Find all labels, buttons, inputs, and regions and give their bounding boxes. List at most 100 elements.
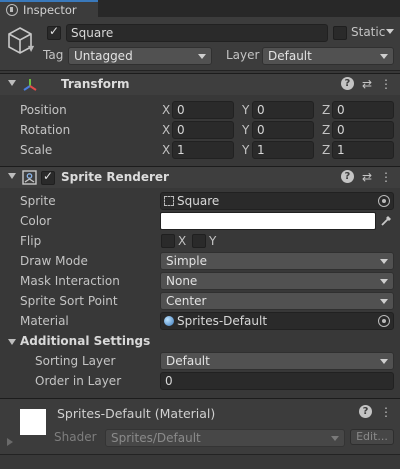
position-x-field[interactable]: 0 — [172, 101, 234, 119]
position-label: Position — [20, 103, 67, 117]
position-z-axis-label[interactable]: Z — [322, 103, 330, 117]
order-in-layer-value: 0 — [165, 374, 173, 388]
position-z-value: 0 — [337, 103, 345, 117]
order-in-layer-label: Order in Layer — [35, 374, 122, 388]
layer-dropdown[interactable]: Default — [262, 47, 394, 65]
rotation-x-axis-label[interactable]: X — [162, 123, 170, 137]
sprite-object-field[interactable]: Square — [160, 192, 394, 210]
scale-x-field[interactable]: 1 — [172, 141, 234, 159]
layer-label: Layer — [226, 48, 260, 62]
icon-dropdown-arrow-icon[interactable]: ▼ — [28, 44, 34, 53]
material-title: Sprites-Default (Material) — [57, 406, 216, 421]
sprite-renderer-title: Sprite Renderer — [61, 170, 169, 184]
transform-title: Transform — [61, 77, 130, 91]
transform-presets-icon[interactable]: ⇄ — [362, 77, 372, 91]
sprite-sort-point-label: Sprite Sort Point — [20, 294, 118, 308]
gameobject-name-value: Square — [71, 26, 114, 40]
scale-x-value: 1 — [177, 143, 185, 157]
layer-caret-icon — [380, 54, 388, 59]
sprite-renderer-header[interactable]: Sprite Renderer ? ⇄ ⋮ — [0, 166, 400, 188]
draw-mode-label: Draw Mode — [20, 254, 88, 268]
sprite-renderer-help-icon[interactable]: ? — [340, 170, 354, 183]
scale-z-axis-label[interactable]: Z — [322, 143, 330, 157]
static-dropdown-icon[interactable] — [386, 29, 394, 34]
tab-inspector[interactable]: Inspector — [0, 0, 98, 17]
transform-header[interactable]: Transform ? ⇄ ⋮ — [0, 73, 400, 95]
transform-menu-icon[interactable]: ⋮ — [380, 77, 392, 91]
scale-y-field[interactable]: 1 — [252, 141, 314, 159]
sorting-layer-caret-icon — [380, 359, 388, 364]
material-help-icon[interactable]: ? — [359, 405, 372, 418]
rotation-z-field[interactable]: 0 — [332, 121, 394, 139]
color-field[interactable] — [160, 212, 376, 230]
sprite-picker-icon[interactable] — [378, 195, 390, 207]
scale-z-value: 1 — [337, 143, 345, 157]
material-picker-icon[interactable] — [378, 315, 390, 327]
additional-settings-label[interactable]: Additional Settings — [20, 334, 150, 348]
static-label: Static — [351, 25, 386, 39]
rotation-z-axis-label[interactable]: Z — [322, 123, 330, 137]
material-foldout-icon[interactable] — [7, 438, 13, 446]
flip-label: Flip — [20, 234, 42, 248]
scale-z-field[interactable]: 1 — [332, 141, 394, 159]
static-checkbox[interactable] — [333, 26, 347, 40]
scale-x-axis-label[interactable]: X — [162, 143, 170, 157]
draw-mode-dropdown[interactable]: Simple — [160, 252, 394, 270]
shader-dropdown[interactable]: Sprites/Default — [105, 429, 345, 447]
order-in-layer-field[interactable]: 0 — [160, 372, 394, 390]
rotation-x-value: 0 — [177, 123, 185, 137]
material-object-field[interactable]: Sprites-Default — [160, 312, 394, 330]
rotation-y-value: 0 — [257, 123, 265, 137]
color-label: Color — [20, 214, 52, 228]
draw-mode-caret-icon — [380, 259, 388, 264]
position-y-axis-label[interactable]: Y — [242, 103, 249, 117]
sprite-renderer-presets-icon[interactable]: ⇄ — [362, 170, 372, 184]
mask-interaction-dropdown[interactable]: None — [160, 272, 394, 290]
flip-y-label: Y — [209, 234, 217, 248]
sprite-renderer-foldout-icon[interactable] — [8, 173, 16, 179]
sprite-renderer-menu-icon[interactable]: ⋮ — [380, 170, 392, 184]
sprite-sort-point-dropdown[interactable]: Center — [160, 292, 394, 310]
eyedropper-icon[interactable] — [380, 214, 393, 227]
flip-y-checkbox[interactable] — [192, 234, 206, 248]
sorting-layer-value: Default — [166, 354, 210, 368]
material-label: Material — [20, 314, 69, 328]
sprite-sort-point-value: Center — [166, 294, 207, 308]
tag-label: Tag — [43, 48, 64, 62]
position-z-field[interactable]: 0 — [332, 101, 394, 119]
sorting-layer-label: Sorting Layer — [35, 354, 116, 368]
transform-help-icon[interactable]: ? — [340, 77, 354, 90]
flip-x-checkbox[interactable] — [161, 234, 175, 248]
sprite-asset-icon — [164, 196, 174, 206]
material-value: Sprites-Default — [177, 314, 268, 328]
gameobject-active-checkbox[interactable] — [47, 24, 61, 40]
rotation-y-axis-label[interactable]: Y — [242, 123, 249, 137]
tag-dropdown[interactable]: Untagged — [68, 47, 212, 65]
sprite-renderer-enabled-checkbox[interactable] — [41, 169, 55, 185]
material-asset-icon — [164, 316, 174, 326]
rotation-label: Rotation — [20, 123, 71, 137]
material-preview-swatch — [20, 409, 46, 435]
tag-caret-icon — [198, 54, 206, 59]
tab-inspector-label: Inspector — [23, 2, 77, 17]
position-y-value: 0 — [257, 103, 265, 117]
gameobject-name-field[interactable]: Square — [66, 24, 328, 42]
rotation-y-field[interactable]: 0 — [252, 121, 314, 139]
shader-edit-button[interactable]: Edit... — [350, 429, 394, 445]
rotation-x-field[interactable]: 0 — [172, 121, 234, 139]
shader-label: Shader — [54, 430, 97, 444]
mask-interaction-label: Mask Interaction — [20, 274, 120, 288]
sprite-renderer-icon — [22, 170, 37, 185]
inspector-icon — [6, 3, 18, 16]
shader-value: Sprites/Default — [111, 431, 201, 445]
mask-interaction-value: None — [166, 274, 198, 288]
sorting-layer-dropdown[interactable]: Default — [160, 352, 394, 370]
position-x-axis-label[interactable]: X — [162, 103, 170, 117]
position-y-field[interactable]: 0 — [252, 101, 314, 119]
transform-foldout-icon[interactable] — [8, 80, 16, 86]
draw-mode-value: Simple — [166, 254, 207, 268]
additional-settings-foldout-icon[interactable] — [8, 339, 16, 345]
material-menu-icon[interactable]: ⋮ — [380, 405, 392, 419]
scale-y-axis-label[interactable]: Y — [242, 143, 249, 157]
shader-caret-icon — [331, 436, 339, 441]
